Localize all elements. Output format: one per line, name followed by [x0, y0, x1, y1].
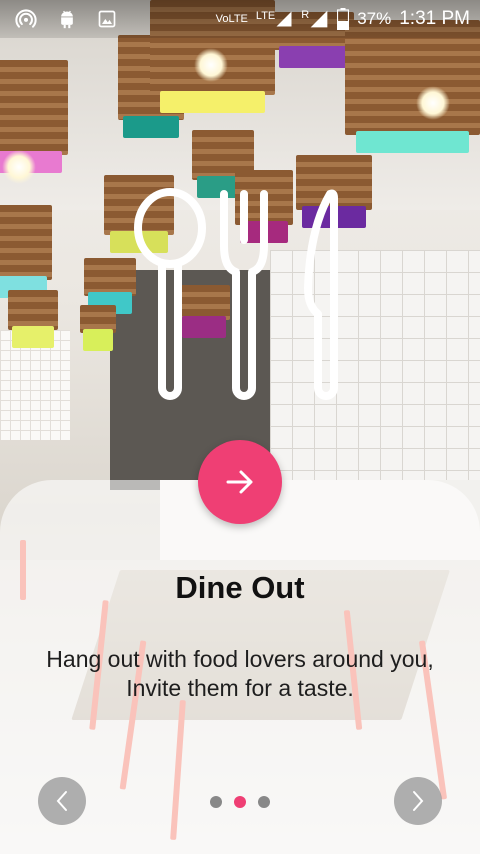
- next-button[interactable]: [198, 440, 282, 524]
- lte-label: LTE: [255, 10, 276, 22]
- page-indicator: [210, 796, 270, 808]
- cutlery-icon: [134, 188, 338, 400]
- android-icon: [61, 10, 73, 29]
- signal-icon: [276, 11, 292, 27]
- battery-level: 37%: [357, 9, 392, 28]
- clock: 1:31 PM: [399, 8, 470, 29]
- forward-button[interactable]: [394, 777, 442, 825]
- status-bar: VoLTE LTE R 37% 1:31 PM: [0, 0, 480, 38]
- chevron-right-icon: [413, 791, 424, 811]
- roaming-signal: R: [301, 9, 329, 29]
- page-title: Dine Out: [175, 570, 305, 605]
- roaming-label: R: [301, 9, 310, 21]
- signal-icon: [310, 10, 328, 28]
- battery-icon: [337, 8, 350, 30]
- page-description: Hang out with food lovers around you, In…: [46, 646, 434, 701]
- page-dot[interactable]: [210, 796, 222, 808]
- chevron-left-icon: [56, 791, 67, 811]
- page-dot-active[interactable]: [234, 796, 246, 808]
- volte-label: VoLTE: [215, 13, 248, 25]
- previous-button[interactable]: [38, 777, 86, 825]
- page-dot[interactable]: [258, 796, 270, 808]
- arrow-right-icon: [226, 470, 253, 494]
- image-icon: [98, 10, 116, 28]
- lte-signal: LTE: [256, 10, 293, 28]
- hotspot-icon: [15, 9, 37, 28]
